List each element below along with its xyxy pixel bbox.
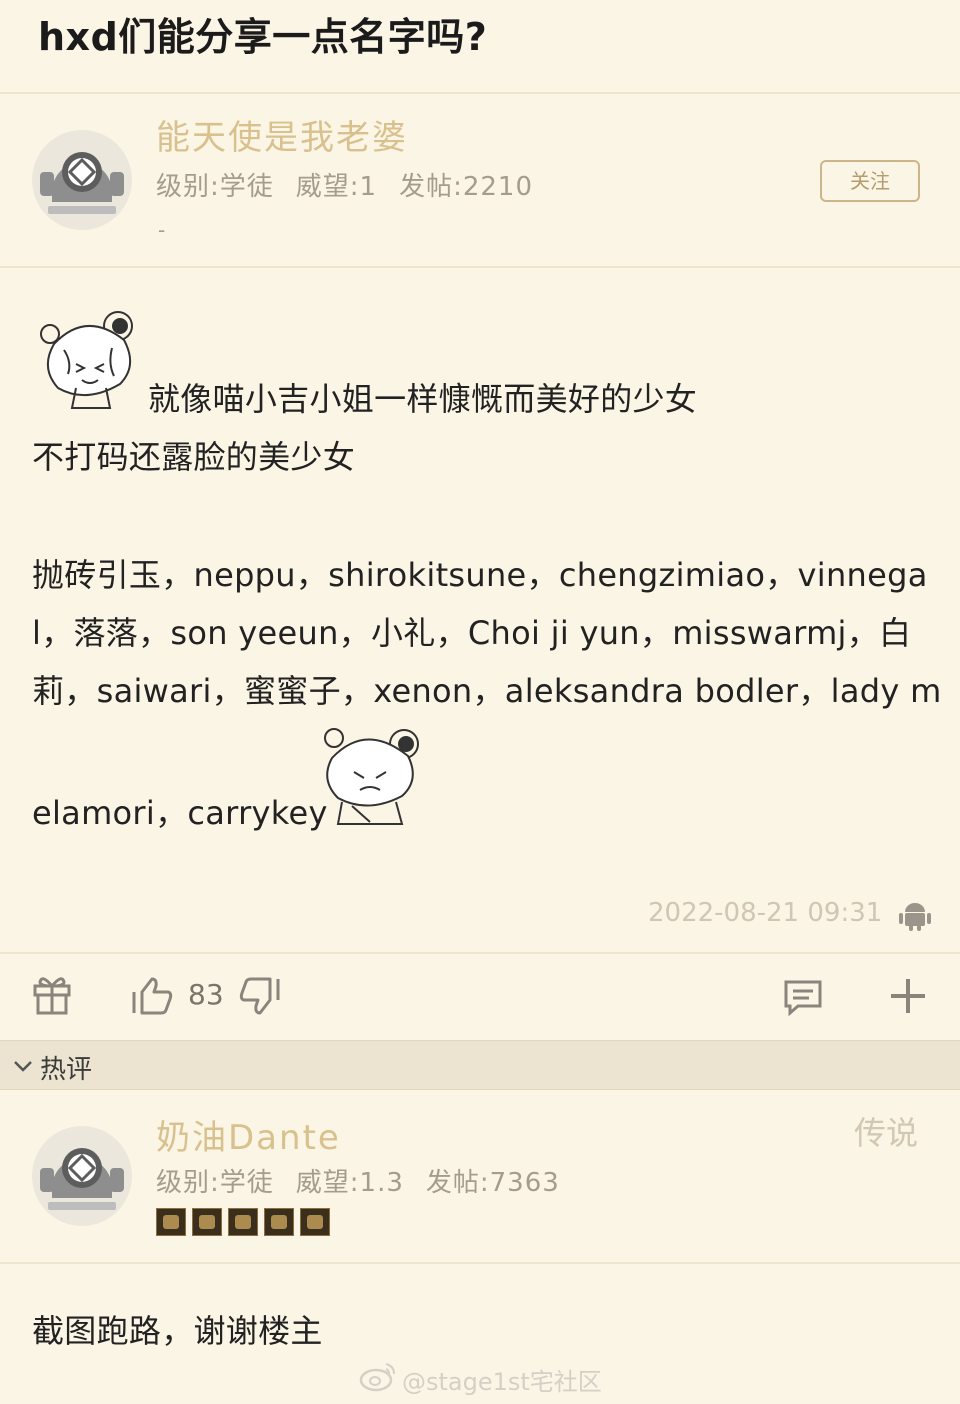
- post-line: 莉，saiwari，蜜蜜子，xenon，aleksandra bodler，la…: [32, 672, 942, 710]
- add-button-icon[interactable]: [888, 976, 928, 1016]
- reply-level: 级别:学徒: [156, 1168, 274, 1198]
- post-line: l，落落，son yeeun，小礼，Choi ji yun，misswarmj，…: [32, 614, 912, 652]
- anime-girl-crying-sticker-icon: [324, 728, 419, 825]
- reply-author-stats: 级别:学徒 威望:1.3 发帖:7363: [156, 1162, 560, 1199]
- anime-girl-sticker-icon: [40, 311, 133, 409]
- hot-comments-bar[interactable]: 热评: [0, 1040, 960, 1090]
- reply-prestige: 威望:1.3: [295, 1168, 404, 1198]
- like-count: 83: [188, 978, 224, 1011]
- reply-avatar-icon[interactable]: [30, 1124, 134, 1228]
- post-line: 抛砖引玉，neppu，shirokitsune，chengzimiao，vinn…: [32, 556, 928, 594]
- comment-button-icon[interactable]: [782, 978, 824, 1016]
- divider: [0, 266, 960, 268]
- android-icon: [899, 903, 931, 931]
- medal-badge-icon: [192, 1208, 222, 1236]
- author-signature: -: [158, 218, 166, 242]
- author-posts: 发帖:2210: [399, 172, 534, 202]
- medal-badge-icon: [228, 1208, 258, 1236]
- post-line: 就像喵小吉小姐一样慷慨而美好的少女: [148, 380, 698, 418]
- chevron-down-icon: [14, 1061, 32, 1072]
- medal-badge-icon: [300, 1208, 330, 1236]
- weibo-logo-icon: [359, 1363, 395, 1392]
- dislike-button-icon[interactable]: [238, 976, 282, 1016]
- watermark-text: @stage1st宅社区: [402, 1368, 602, 1396]
- medal-badge-icon: [264, 1208, 294, 1236]
- gift-icon[interactable]: [32, 974, 72, 1016]
- author-level: 级别:学徒: [156, 172, 274, 202]
- author-name[interactable]: 能天使是我老婆: [156, 110, 408, 159]
- reply-author-name[interactable]: 奶油Dante: [156, 1110, 341, 1159]
- medal-badge-icon: [156, 1208, 186, 1236]
- author-prestige: 威望:1: [295, 172, 378, 202]
- post-timestamp: 2022-08-21 09:31: [648, 898, 883, 928]
- post-title: hxd们能分享一点名字吗?: [38, 15, 488, 59]
- author-avatar-icon[interactable]: [30, 128, 134, 232]
- medal-badges: [156, 1208, 330, 1236]
- post-line: 不打码还露脸的美少女: [32, 438, 356, 476]
- post-line: elamori，carrykey: [32, 794, 328, 832]
- divider: [0, 1262, 960, 1264]
- reply-text: 截图跑路，谢谢楼主: [32, 1312, 323, 1350]
- reply-floor-tag: 传说: [854, 1114, 919, 1152]
- divider: [0, 92, 960, 94]
- hot-comments-label: 热评: [40, 1055, 93, 1085]
- author-stats: 级别:学徒 威望:1 发帖:2210: [156, 166, 533, 203]
- divider: [0, 952, 960, 954]
- follow-button[interactable]: 关注: [820, 160, 920, 202]
- like-button-icon[interactable]: [130, 976, 174, 1016]
- reply-posts: 发帖:7363: [425, 1168, 560, 1198]
